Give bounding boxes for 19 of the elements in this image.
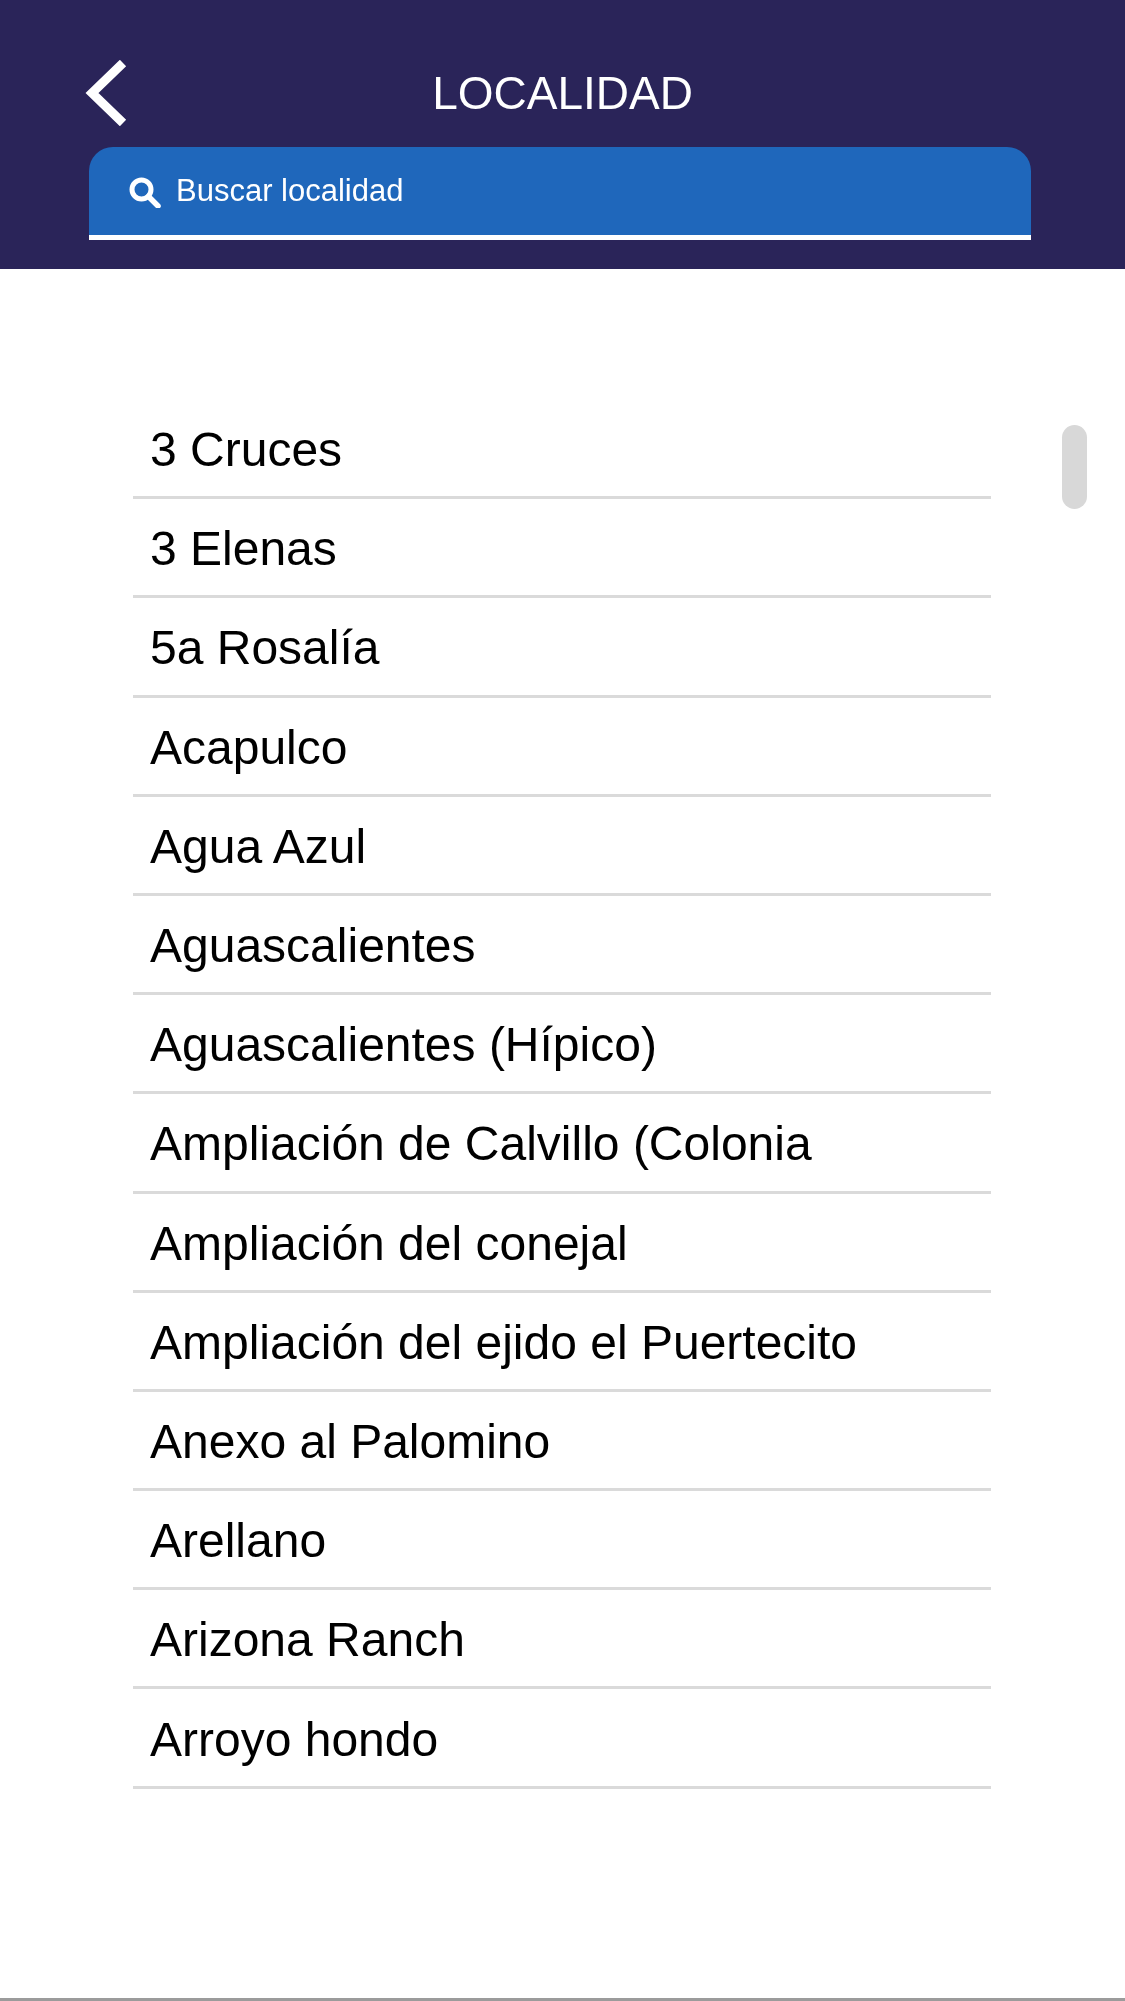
back-button[interactable]	[85, 60, 127, 126]
locality-list-item[interactable]: Arellano	[133, 1491, 991, 1591]
locality-list-item[interactable]: Arroyo hondo	[133, 1689, 991, 1789]
locality-list-item[interactable]: Aguascalientes (Hípico)	[133, 995, 991, 1095]
locality-list-item[interactable]: Anexo al Palomino	[133, 1391, 991, 1492]
locality-list-item[interactable]: 3 Elenas	[133, 499, 991, 599]
locality-list-item[interactable]: 5a Rosalía	[133, 598, 991, 698]
locality-list-item[interactable]: Ampliación del ejido el Puertecito	[133, 1292, 991, 1392]
locality-list-item[interactable]: Acapulco	[133, 697, 991, 797]
screen-title: LOCALIDAD	[432, 67, 693, 119]
locality-list-item[interactable]: Arizona Ranch	[133, 1590, 991, 1690]
chevron-left-icon	[85, 60, 127, 126]
locality-list-item[interactable]: 3 Cruces	[133, 400, 991, 500]
locality-list-item[interactable]: Aguascalientes	[133, 895, 991, 996]
locality-list-item[interactable]: Ampliación del conejal	[133, 1193, 991, 1293]
locality-list-item[interactable]: Ampliación de Calvillo (Colonia	[133, 1094, 991, 1194]
locality-list-item[interactable]: Agua Azul	[133, 796, 991, 896]
search-field[interactable]: Buscar localidad	[89, 147, 1031, 240]
search-icon	[129, 177, 161, 208]
